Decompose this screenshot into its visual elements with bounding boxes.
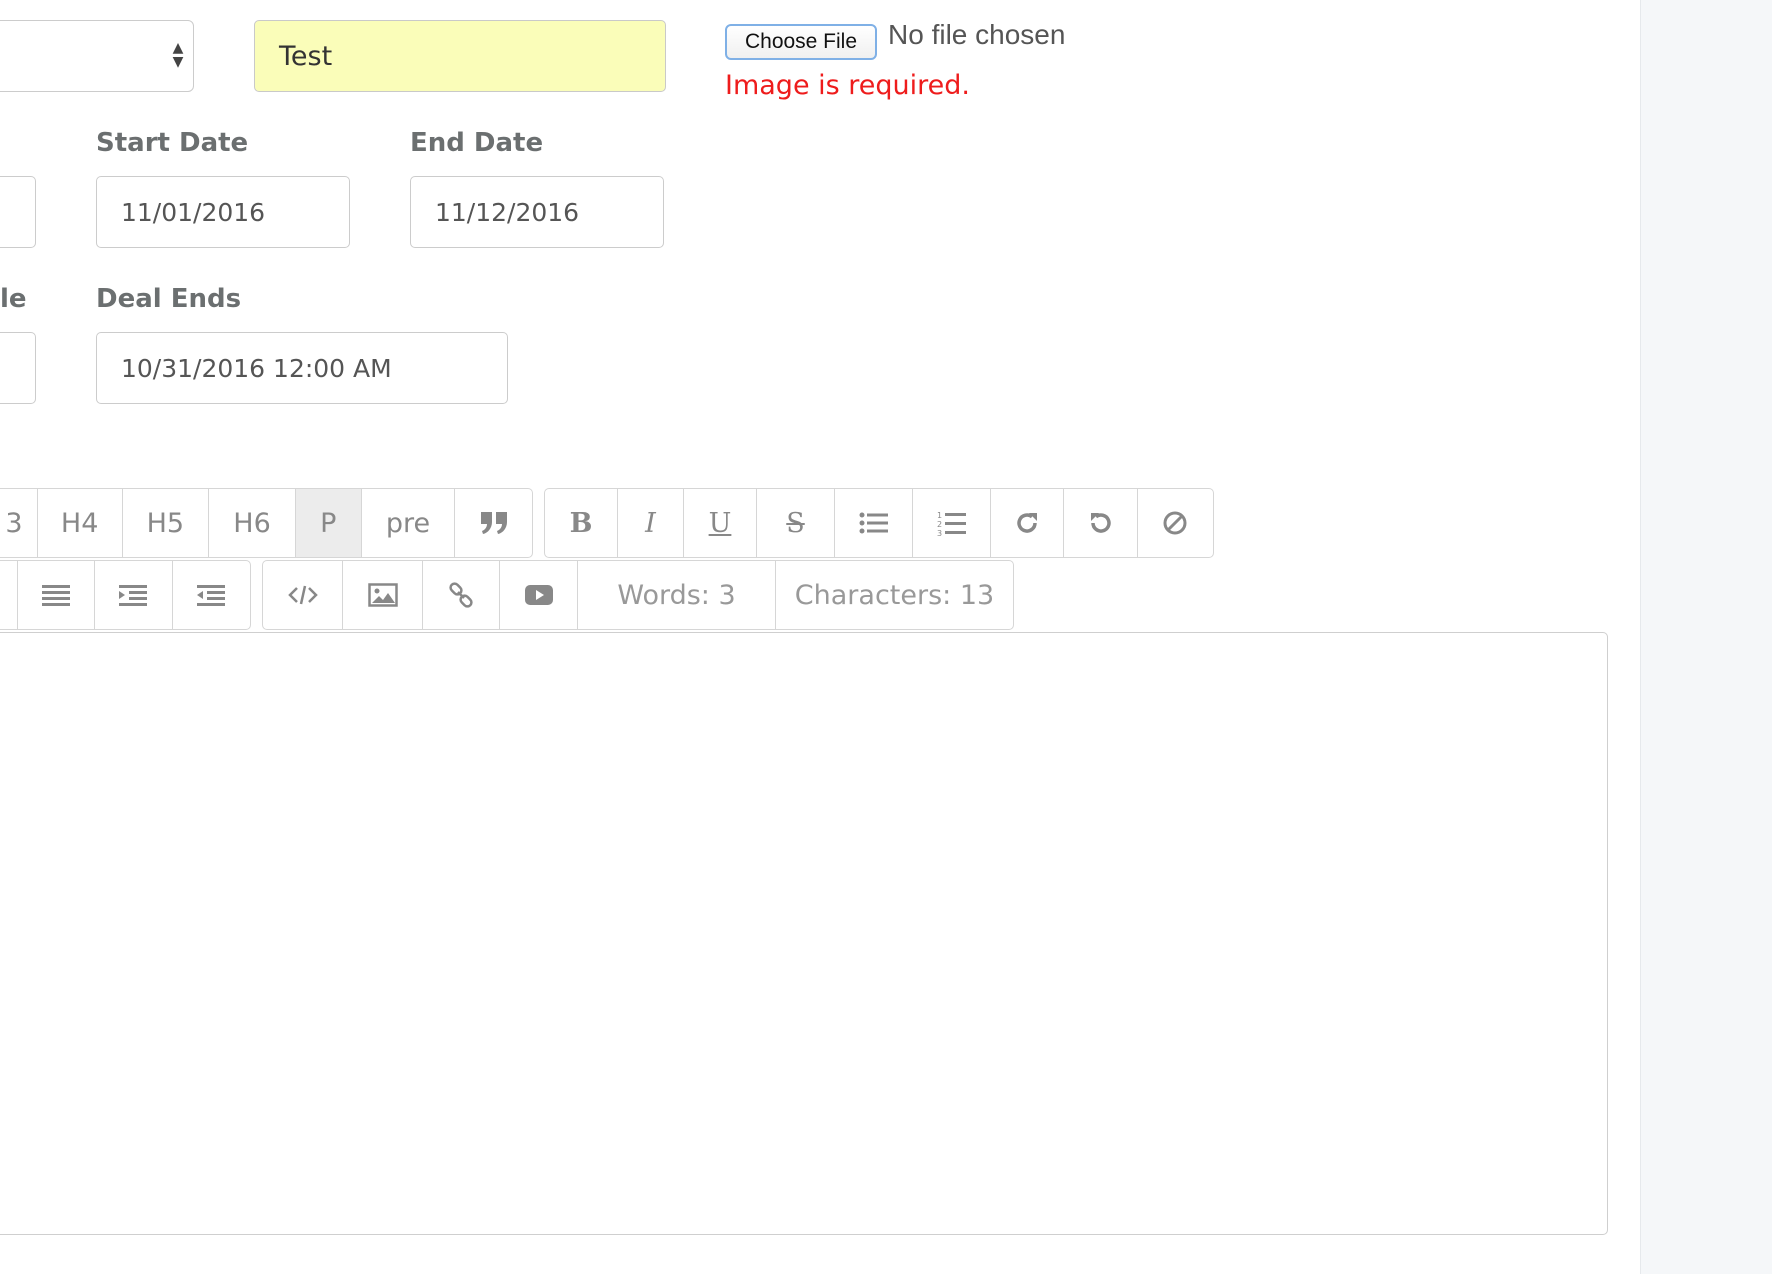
align-partial-button[interactable] [0,561,18,629]
heading-h3-button[interactable]: 3 [0,489,38,557]
heading-toolbar-group: 3 H4 H5 H6 P pre [0,488,533,558]
redo-icon [1017,513,1037,533]
start-date-input[interactable]: 11/01/2016 [96,176,350,248]
partial-input-row2[interactable] [0,176,36,248]
clear-format-button[interactable] [1138,489,1212,557]
end-date-label: End Date [410,128,544,158]
right-side-panel [1640,0,1772,1274]
heading-h5-label: H5 [146,507,185,539]
insert-video-button[interactable] [500,561,578,629]
undo-button[interactable] [1064,489,1138,557]
image-required-error: Image is required. [725,70,971,101]
partial-label: le [0,284,27,314]
svg-text:1: 1 [937,511,942,520]
character-count-label: Characters: 13 [794,579,995,611]
outdent-button[interactable] [173,561,250,629]
preformatted-button[interactable]: pre [362,489,456,557]
start-date-label: Start Date [96,128,249,158]
align-toolbar-group [0,560,251,630]
justify-icon [42,585,70,606]
heading-h6-label: H6 [233,507,271,539]
numbered-list-icon: 1 2 3 [937,511,966,536]
code-view-button[interactable] [263,561,343,629]
redo-button[interactable] [991,489,1064,557]
video-icon [524,585,553,605]
underline-icon: U [708,507,732,539]
paragraph-label: P [320,507,337,539]
end-date-value: 11/12/2016 [435,197,580,227]
rich-text-editor-area[interactable] [0,632,1608,1235]
italic-button[interactable]: I [618,489,684,557]
outdent-icon [197,585,226,606]
quote-icon [480,512,507,534]
preformatted-label: pre [385,507,431,539]
character-count: Characters: 13 [776,561,1013,629]
bullet-list-button[interactable] [835,489,913,557]
italic-icon: I [645,507,656,539]
select-arrows-icon: ▲ ▼ [172,40,184,70]
word-count: Words: 3 [578,561,776,629]
title-input-value: Test [279,40,333,72]
insert-toolbar-group: Words: 3 Characters: 13 [262,560,1014,630]
heading-h3-label: 3 [5,507,23,539]
paragraph-button[interactable]: P [295,489,362,557]
svg-text:3: 3 [937,529,942,536]
clear-format-icon [1163,511,1187,535]
partial-input-row3[interactable] [0,332,36,404]
justify-button[interactable] [18,561,96,629]
title-input[interactable]: Test [254,20,666,92]
start-date-value: 11/01/2016 [121,197,266,227]
category-select[interactable]: ▲ ▼ [0,20,194,92]
deal-ends-value: 10/31/2016 12:00 AM [121,353,392,383]
insert-image-button[interactable] [343,561,423,629]
format-toolbar-group: B I U S 1 2 3 [544,488,1214,558]
code-icon [287,585,318,605]
blockquote-button[interactable] [455,489,532,557]
insert-link-button[interactable] [423,561,500,629]
file-status-text: No file chosen [888,19,1066,50]
word-count-label: Words: 3 [617,579,736,611]
underline-button[interactable]: U [684,489,757,557]
deal-ends-label: Deal Ends [96,284,242,314]
choose-file-button[interactable]: Choose File [725,24,877,60]
bold-icon: B [569,507,593,539]
image-icon [367,583,398,607]
strikethrough-icon: S [786,507,805,539]
indent-icon [119,585,148,606]
heading-h4-label: H4 [60,507,99,539]
numbered-list-button[interactable]: 1 2 3 [913,489,991,557]
link-icon [449,582,473,608]
undo-icon [1090,513,1111,533]
heading-h6-button[interactable]: H6 [209,489,296,557]
bold-button[interactable]: B [545,489,618,557]
svg-text:2: 2 [937,520,942,529]
strikethrough-button[interactable]: S [757,489,835,557]
heading-h4-button[interactable]: H4 [38,489,123,557]
end-date-input[interactable]: 11/12/2016 [410,176,664,248]
heading-h5-button[interactable]: H5 [123,489,210,557]
deal-ends-input[interactable]: 10/31/2016 12:00 AM [96,332,508,404]
indent-button[interactable] [95,561,173,629]
bullet-list-icon [859,512,888,534]
